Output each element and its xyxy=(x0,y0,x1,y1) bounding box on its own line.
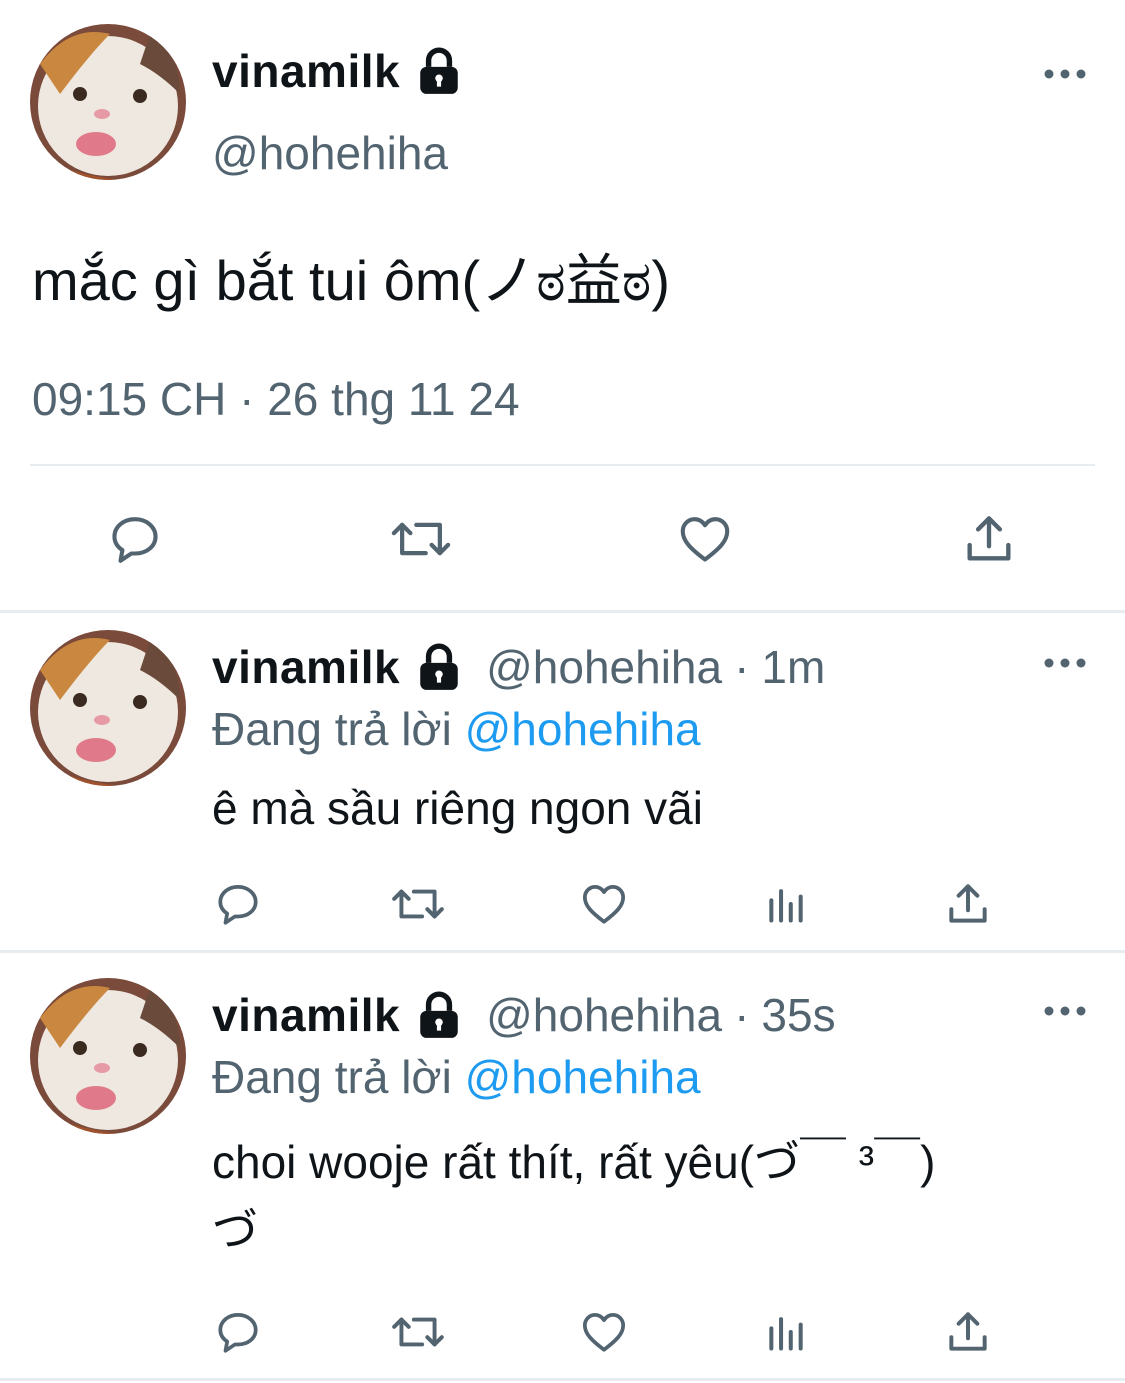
separator-dot: · xyxy=(734,989,750,1041)
more-icon[interactable] xyxy=(1042,66,1088,82)
replying-prefix: Đang trả lời xyxy=(212,1051,452,1103)
retweet-icon[interactable] xyxy=(386,876,450,932)
handle[interactable]: @hohehiha xyxy=(486,988,722,1042)
separator-dot: · xyxy=(734,641,750,693)
reply-text-line: づ xyxy=(212,1204,258,1256)
share-icon[interactable] xyxy=(940,876,996,932)
lock-icon xyxy=(414,990,464,1040)
reply-time[interactable]: 1m xyxy=(761,640,825,694)
replying-prefix: Đang trả lời xyxy=(212,703,452,755)
reply-icon[interactable] xyxy=(208,1304,268,1360)
reply-name-row: vinamilk @hohehiha · 1m xyxy=(212,640,825,694)
reply-icon[interactable] xyxy=(100,506,170,572)
divider xyxy=(0,1378,1125,1381)
display-name[interactable]: vinamilk xyxy=(212,988,400,1042)
divider xyxy=(30,464,1095,466)
main-name-row: vinamilk xyxy=(212,44,464,98)
retweet-icon[interactable] xyxy=(386,1304,450,1360)
avatar[interactable] xyxy=(30,630,186,786)
like-icon[interactable] xyxy=(670,506,740,572)
tweet-timestamp[interactable]: 09:15 CH · 26 thg 11 24 xyxy=(32,372,520,426)
analytics-icon[interactable] xyxy=(758,876,814,932)
lock-icon xyxy=(414,642,464,692)
replying-to-line: Đang trả lời @hohehiha xyxy=(212,702,701,756)
display-name[interactable]: vinamilk xyxy=(212,640,400,694)
more-icon[interactable] xyxy=(1042,655,1088,671)
divider xyxy=(0,610,1125,613)
avatar[interactable] xyxy=(30,24,186,180)
handle[interactable]: @hohehiha xyxy=(212,126,448,180)
share-icon[interactable] xyxy=(954,506,1024,572)
lock-icon xyxy=(414,46,464,96)
handle[interactable]: @hohehiha xyxy=(486,640,722,694)
more-icon[interactable] xyxy=(1042,1003,1088,1019)
replying-mention[interactable]: @hohehiha xyxy=(465,703,701,755)
analytics-icon[interactable] xyxy=(758,1304,814,1360)
replying-to-line: Đang trả lời @hohehiha xyxy=(212,1050,701,1104)
like-icon[interactable] xyxy=(574,1304,634,1360)
divider xyxy=(0,950,1125,953)
reply-time[interactable]: 35s xyxy=(761,988,835,1042)
avatar[interactable] xyxy=(30,978,186,1134)
share-icon[interactable] xyxy=(940,1304,996,1360)
retweet-icon[interactable] xyxy=(384,506,458,572)
tweet-text: mắc gì bắt tui ôm(ノಠ益ಠ) xyxy=(32,249,671,312)
display-name[interactable]: vinamilk xyxy=(212,44,400,98)
reply-text: ê mà sầu riêng ngon vãi xyxy=(212,782,703,834)
replying-mention[interactable]: @hohehiha xyxy=(465,1051,701,1103)
reply-icon[interactable] xyxy=(208,876,268,932)
reply-text: choi wooje rất thít, rất yêu(づ￣ ³￣) づ xyxy=(212,1128,1092,1264)
like-icon[interactable] xyxy=(574,876,634,932)
reply-text-line: choi wooje rất thít, rất yêu(づ￣ ³￣) xyxy=(212,1136,936,1188)
reply-name-row: vinamilk @hohehiha · 35s xyxy=(212,988,836,1042)
